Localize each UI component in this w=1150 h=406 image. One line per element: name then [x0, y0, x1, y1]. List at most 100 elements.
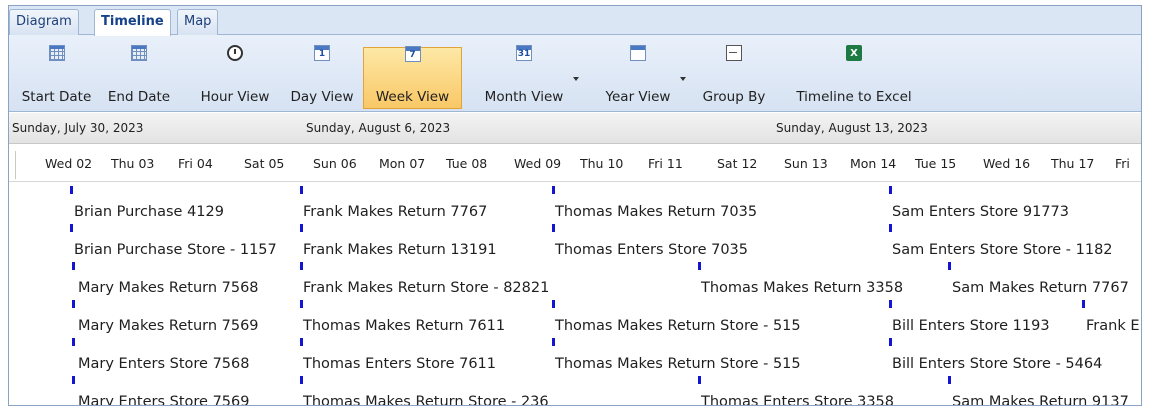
timeline-to-excel-label: Timeline to Excel — [796, 89, 912, 105]
month-calendar-icon: 31 — [516, 45, 532, 61]
start-date-label: Start Date — [21, 89, 92, 105]
event-marker — [948, 262, 951, 270]
hour-view-label: Hour View — [200, 89, 270, 105]
event-marker — [300, 338, 303, 346]
start-date-button[interactable]: Start Date — [14, 35, 99, 112]
month-view-label: Month View — [484, 89, 564, 105]
timeline-event[interactable]: Thomas Makes Return 7035 — [555, 204, 757, 220]
timeline-to-excel-button[interactable]: X Timeline to Excel — [784, 35, 924, 112]
end-date-label: End Date — [107, 89, 171, 105]
event-marker — [1082, 300, 1085, 308]
timeline-event[interactable]: Brian Purchase 4129 — [74, 204, 224, 220]
timeline-event-area: Brian Purchase 4129 Brian Purchase Store… — [9, 183, 1141, 405]
event-marker — [72, 262, 75, 270]
timeline-event[interactable]: Sam Enters Store 91773 — [892, 204, 1069, 220]
day-label: Sat 05 — [244, 156, 285, 171]
group-by-button[interactable]: Group By — [699, 35, 769, 112]
event-marker — [948, 376, 951, 384]
event-marker — [889, 338, 892, 346]
timeline-event[interactable]: Bill Enters Store Store - 5464 — [892, 356, 1102, 372]
day-label: Tue 15 — [915, 156, 957, 171]
timeline-event[interactable]: Sam Enters Store Store - 1182 — [892, 242, 1113, 258]
event-marker — [698, 262, 701, 270]
tab-map[interactable]: Map — [177, 9, 219, 35]
excel-icon: X — [846, 45, 862, 61]
event-marker — [552, 300, 555, 308]
day-label: Fri 11 — [648, 156, 683, 171]
day-label: Wed 16 — [983, 156, 1031, 171]
timeline-event[interactable]: Thomas Makes Return Store - 515 — [555, 318, 801, 334]
timeline-event[interactable]: Thomas Enters Store 3358 — [701, 394, 894, 405]
timeline-event[interactable]: Thomas Makes Return Store - 515 — [555, 356, 801, 372]
day-label: Thu 10 — [580, 156, 624, 171]
day-label: Wed 09 — [514, 156, 562, 171]
day-view-button[interactable]: 1 Day View — [283, 35, 361, 112]
timeline-window: Diagram Timeline Map Start Date End Date… — [8, 5, 1142, 406]
timeline-event[interactable]: Sam Makes Return 9137 — [952, 394, 1129, 405]
event-marker — [300, 262, 303, 270]
day-label: Fri — [1115, 156, 1130, 171]
timeline-event[interactable]: Mary Makes Return 7568 — [78, 280, 259, 296]
day-tick — [15, 151, 16, 179]
tab-diagram[interactable]: Diagram — [9, 9, 79, 35]
timeline-event[interactable]: Thomas Enters Store 7611 — [303, 356, 496, 372]
event-marker — [698, 376, 701, 384]
timeline-event[interactable]: Thomas Makes Return 3358 — [701, 280, 903, 296]
event-marker — [72, 300, 75, 308]
timeline-event[interactable]: Frank Makes Return Store - 82821 — [303, 280, 549, 296]
timeline-event[interactable]: Mary Enters Store 7568 — [78, 356, 249, 372]
day-view-label: Day View — [290, 89, 354, 105]
day-label: Thu 03 — [111, 156, 155, 171]
event-marker — [889, 300, 892, 308]
chevron-down-icon[interactable] — [680, 77, 686, 81]
week-header-bar: Sunday, July 30, 2023 Sunday, August 6, … — [9, 113, 1141, 144]
day-label: Thu 17 — [1051, 156, 1095, 171]
year-view-button[interactable]: Year View — [593, 35, 686, 112]
week-header: Sunday, July 30, 2023 — [12, 121, 144, 135]
event-marker — [300, 186, 303, 194]
timeline-event[interactable]: Bill Enters Store 1193 — [892, 318, 1050, 334]
end-date-button[interactable]: End Date — [100, 35, 178, 112]
event-marker — [72, 338, 75, 346]
tab-timeline[interactable]: Timeline — [94, 9, 171, 36]
timeline-event[interactable]: Mary Enters Store 7569 — [78, 394, 249, 405]
day-label: Sun 06 — [313, 156, 357, 171]
week-view-button[interactable]: 7 Week View — [363, 46, 462, 109]
timeline-event[interactable]: Frank Makes Return 7767 — [303, 204, 487, 220]
day-label: Sun 13 — [784, 156, 828, 171]
event-marker — [889, 224, 892, 232]
event-marker — [300, 224, 303, 232]
month-view-button[interactable]: 31 Month View — [473, 35, 579, 112]
week-view-label: Week View — [375, 89, 450, 105]
clock-icon — [227, 45, 243, 61]
chevron-down-icon[interactable] — [573, 77, 579, 81]
timeline-event[interactable]: Mary Makes Return 7569 — [78, 318, 259, 334]
group-icon — [726, 45, 742, 61]
timeline-event[interactable]: Thomas Enters Store 7035 — [555, 242, 748, 258]
day-calendar-icon: 1 — [314, 45, 330, 61]
timeline-event[interactable]: Frank Makes Return 13191 — [303, 242, 497, 258]
event-marker — [70, 224, 73, 232]
timeline-event[interactable]: Brian Purchase Store - 1157 — [74, 242, 277, 258]
day-label: Tue 08 — [446, 156, 488, 171]
day-label: Mon 14 — [850, 156, 897, 171]
event-marker — [552, 186, 555, 194]
event-marker — [72, 376, 75, 384]
ribbon-toolbar: Start Date End Date Hour View 1 Day View… — [9, 35, 1141, 112]
day-label: Mon 07 — [379, 156, 426, 171]
timeline-event[interactable]: Thomas Makes Return Store - 236 — [303, 394, 549, 405]
event-marker — [889, 186, 892, 194]
timeline-event[interactable]: Frank E — [1086, 318, 1140, 334]
day-label: Fri 04 — [178, 156, 213, 171]
event-marker — [552, 338, 555, 346]
day-header-bar: Wed 02 Thu 03 Fri 04 Sat 05 Sun 06 Mon 0… — [9, 145, 1141, 182]
hour-view-button[interactable]: Hour View — [190, 35, 280, 112]
timeline-event[interactable]: Thomas Makes Return 7611 — [303, 318, 505, 334]
day-label: Wed 02 — [45, 156, 93, 171]
calendar-grid-icon — [48, 45, 65, 61]
week-header: Sunday, August 6, 2023 — [306, 121, 451, 135]
timeline-event[interactable]: Sam Makes Return 7767 — [952, 280, 1129, 296]
day-label: Sat 12 — [717, 156, 758, 171]
event-marker — [552, 224, 555, 232]
event-marker — [300, 376, 303, 384]
